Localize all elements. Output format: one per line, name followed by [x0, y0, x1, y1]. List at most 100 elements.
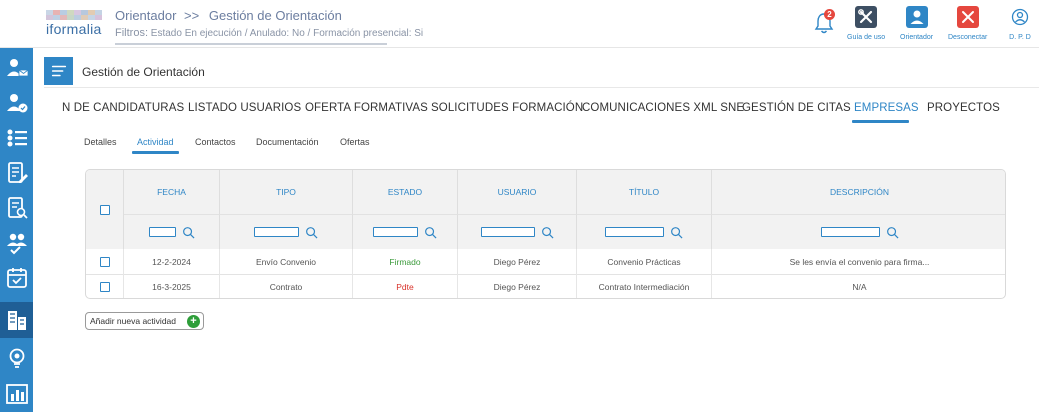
cell-estado: Firmado: [353, 249, 458, 274]
sidebar-item-user-mail[interactable]: [0, 50, 33, 86]
cell-titulo: Contrato Intermediación: [577, 274, 712, 298]
document-search-icon: [7, 197, 28, 219]
active-tab-indicator: [852, 120, 909, 123]
row-select-cell: [86, 274, 124, 298]
filters-underline: [115, 43, 387, 45]
guide-button-label: Guía de uso: [847, 34, 886, 41]
filter-input-titulo[interactable]: [605, 227, 664, 237]
filter-input-tipo[interactable]: [254, 227, 299, 237]
filter-cell-estado: [353, 214, 458, 249]
column-header-descripcion[interactable]: DESCRIPCIÓN: [712, 170, 1005, 214]
guide-button[interactable]: Guía de uso: [847, 6, 885, 41]
filter-input-fecha[interactable]: [148, 227, 176, 237]
top-header: iformalia Orientador >> Gestión de Orien…: [0, 0, 1039, 48]
cell-fecha: 16-3-2025: [124, 274, 220, 298]
search-icon[interactable]: [541, 226, 554, 239]
subtab-actividad[interactable]: Actividad: [137, 137, 174, 147]
sidebar-item-reports[interactable]: [0, 376, 33, 412]
search-icon[interactable]: [424, 226, 437, 239]
subtab-detalles[interactable]: Detalles: [84, 137, 117, 147]
orientador-button[interactable]: Orientador: [900, 6, 933, 41]
search-icon[interactable]: [305, 226, 318, 239]
section-title: Gestión de Orientación: [82, 65, 205, 79]
tab-comunicaciones-xml[interactable]: COMUNICACIONES XML SNE: [582, 102, 744, 114]
logo-text: iformalia: [46, 21, 102, 37]
sidebar-item-ideas[interactable]: [0, 340, 33, 376]
hamburger-icon: [51, 65, 66, 77]
column-header-fecha[interactable]: FECHA: [124, 170, 220, 214]
column-header-titulo[interactable]: TÍTULO: [577, 170, 712, 214]
buildings-icon: [7, 311, 26, 330]
search-icon[interactable]: [886, 226, 899, 239]
select-all-checkbox[interactable]: [99, 204, 110, 215]
cell-descripcion: Se les envía el convenio para firma...: [789, 256, 930, 267]
subtab-contactos[interactable]: Contactos: [195, 137, 236, 147]
cell-tipo: Contrato: [220, 274, 353, 298]
notifications-count-badge: 2: [824, 9, 835, 20]
select-all-cell: [86, 170, 124, 249]
cell-estado: Pdte: [353, 274, 458, 298]
tab-gestion-citas[interactable]: GESTIÓN DE CITAS: [742, 102, 851, 114]
document-edit-icon: [7, 162, 28, 183]
add-activity-button[interactable]: Añadir nueva actividad +: [85, 312, 204, 330]
disconnect-button[interactable]: Desconectar: [948, 6, 987, 41]
iformalia-logo: iformalia: [46, 10, 102, 40]
subtab-ofertas[interactable]: Ofertas: [340, 137, 370, 147]
filter-input-descripcion[interactable]: [820, 227, 880, 237]
tab-listado-usuarios[interactable]: LISTADO USUARIOS: [188, 102, 301, 114]
cell-titulo: Convenio Prácticas: [577, 249, 712, 274]
breadcrumb-root[interactable]: Orientador: [115, 8, 176, 23]
breadcrumb-separator: >>: [184, 8, 200, 23]
cell-tipo: Envío Convenio: [220, 249, 353, 274]
tab-candidaturas[interactable]: N DE CANDIDATURAS: [62, 102, 184, 114]
filter-cell-descripcion: [712, 214, 1005, 249]
row-checkbox[interactable]: [99, 281, 110, 292]
breadcrumb: Orientador >> Gestión de Orientación: [115, 8, 342, 23]
user-icon: [905, 6, 928, 28]
sidebar-item-companies[interactable]: [0, 302, 33, 338]
user-list-icon: [7, 129, 27, 147]
cell-usuario: Diego Pérez: [458, 274, 577, 298]
cell-usuario: Diego Pérez: [458, 249, 577, 274]
filters-label: Filtros:: [115, 27, 148, 39]
menu-toggle-button[interactable]: [44, 57, 73, 85]
column-header-tipo[interactable]: TIPO: [220, 170, 353, 214]
dpd-button[interactable]: D. P. D: [1009, 6, 1031, 41]
tab-proyectos[interactable]: PROYECTOS: [927, 102, 1000, 114]
filters-summary[interactable]: Filtros: Estado En ejecución / Anulado: …: [115, 27, 423, 39]
breadcrumb-current: Gestión de Orientación: [208, 8, 342, 23]
column-header-usuario[interactable]: USUARIO: [458, 170, 577, 214]
dpd-button-label: D. P. D: [1009, 34, 1031, 41]
lightbulb-icon: [9, 348, 24, 368]
calendar-check-icon: [6, 268, 27, 288]
search-icon[interactable]: [182, 226, 195, 239]
user-circle-icon: [1009, 6, 1031, 28]
row-checkbox[interactable]: [99, 256, 110, 267]
sidebar-item-document-edit[interactable]: [0, 155, 33, 191]
filter-input-usuario[interactable]: [480, 227, 535, 237]
orientador-button-label: Orientador: [900, 34, 934, 41]
cell-fecha: 12-2-2024: [124, 249, 220, 274]
sidebar-item-users-check[interactable]: [0, 225, 33, 261]
sidebar-item-document-search[interactable]: [0, 190, 33, 226]
subtab-documentacion[interactable]: Documentación: [256, 137, 319, 147]
tab-oferta-formativas[interactable]: OFERTA FORMATIVAS: [305, 102, 428, 114]
user-mail-icon: [6, 59, 28, 77]
row-select-cell: [86, 249, 124, 274]
close-icon: [956, 6, 979, 28]
search-icon[interactable]: [670, 226, 683, 239]
filter-cell-fecha: [124, 214, 220, 249]
sidebar-item-user-list[interactable]: [0, 120, 33, 156]
sidebar-item-calendar-check[interactable]: [0, 260, 33, 296]
add-activity-label: Añadir nueva actividad: [90, 316, 177, 326]
filter-cell-tipo: [220, 214, 353, 249]
disconnect-button-label: Desconectar: [948, 34, 988, 41]
tools-icon: [855, 6, 878, 28]
tab-solicitudes-formacion[interactable]: SOLICITUDES FORMACIÓN: [431, 102, 583, 114]
column-header-estado[interactable]: ESTADO: [353, 170, 458, 214]
tab-empresas[interactable]: EMPRESAS: [854, 102, 919, 114]
filter-cell-titulo: [577, 214, 712, 249]
filter-input-estado[interactable]: [373, 227, 418, 237]
filter-cell-usuario: [458, 214, 577, 249]
plus-icon: +: [187, 315, 200, 328]
